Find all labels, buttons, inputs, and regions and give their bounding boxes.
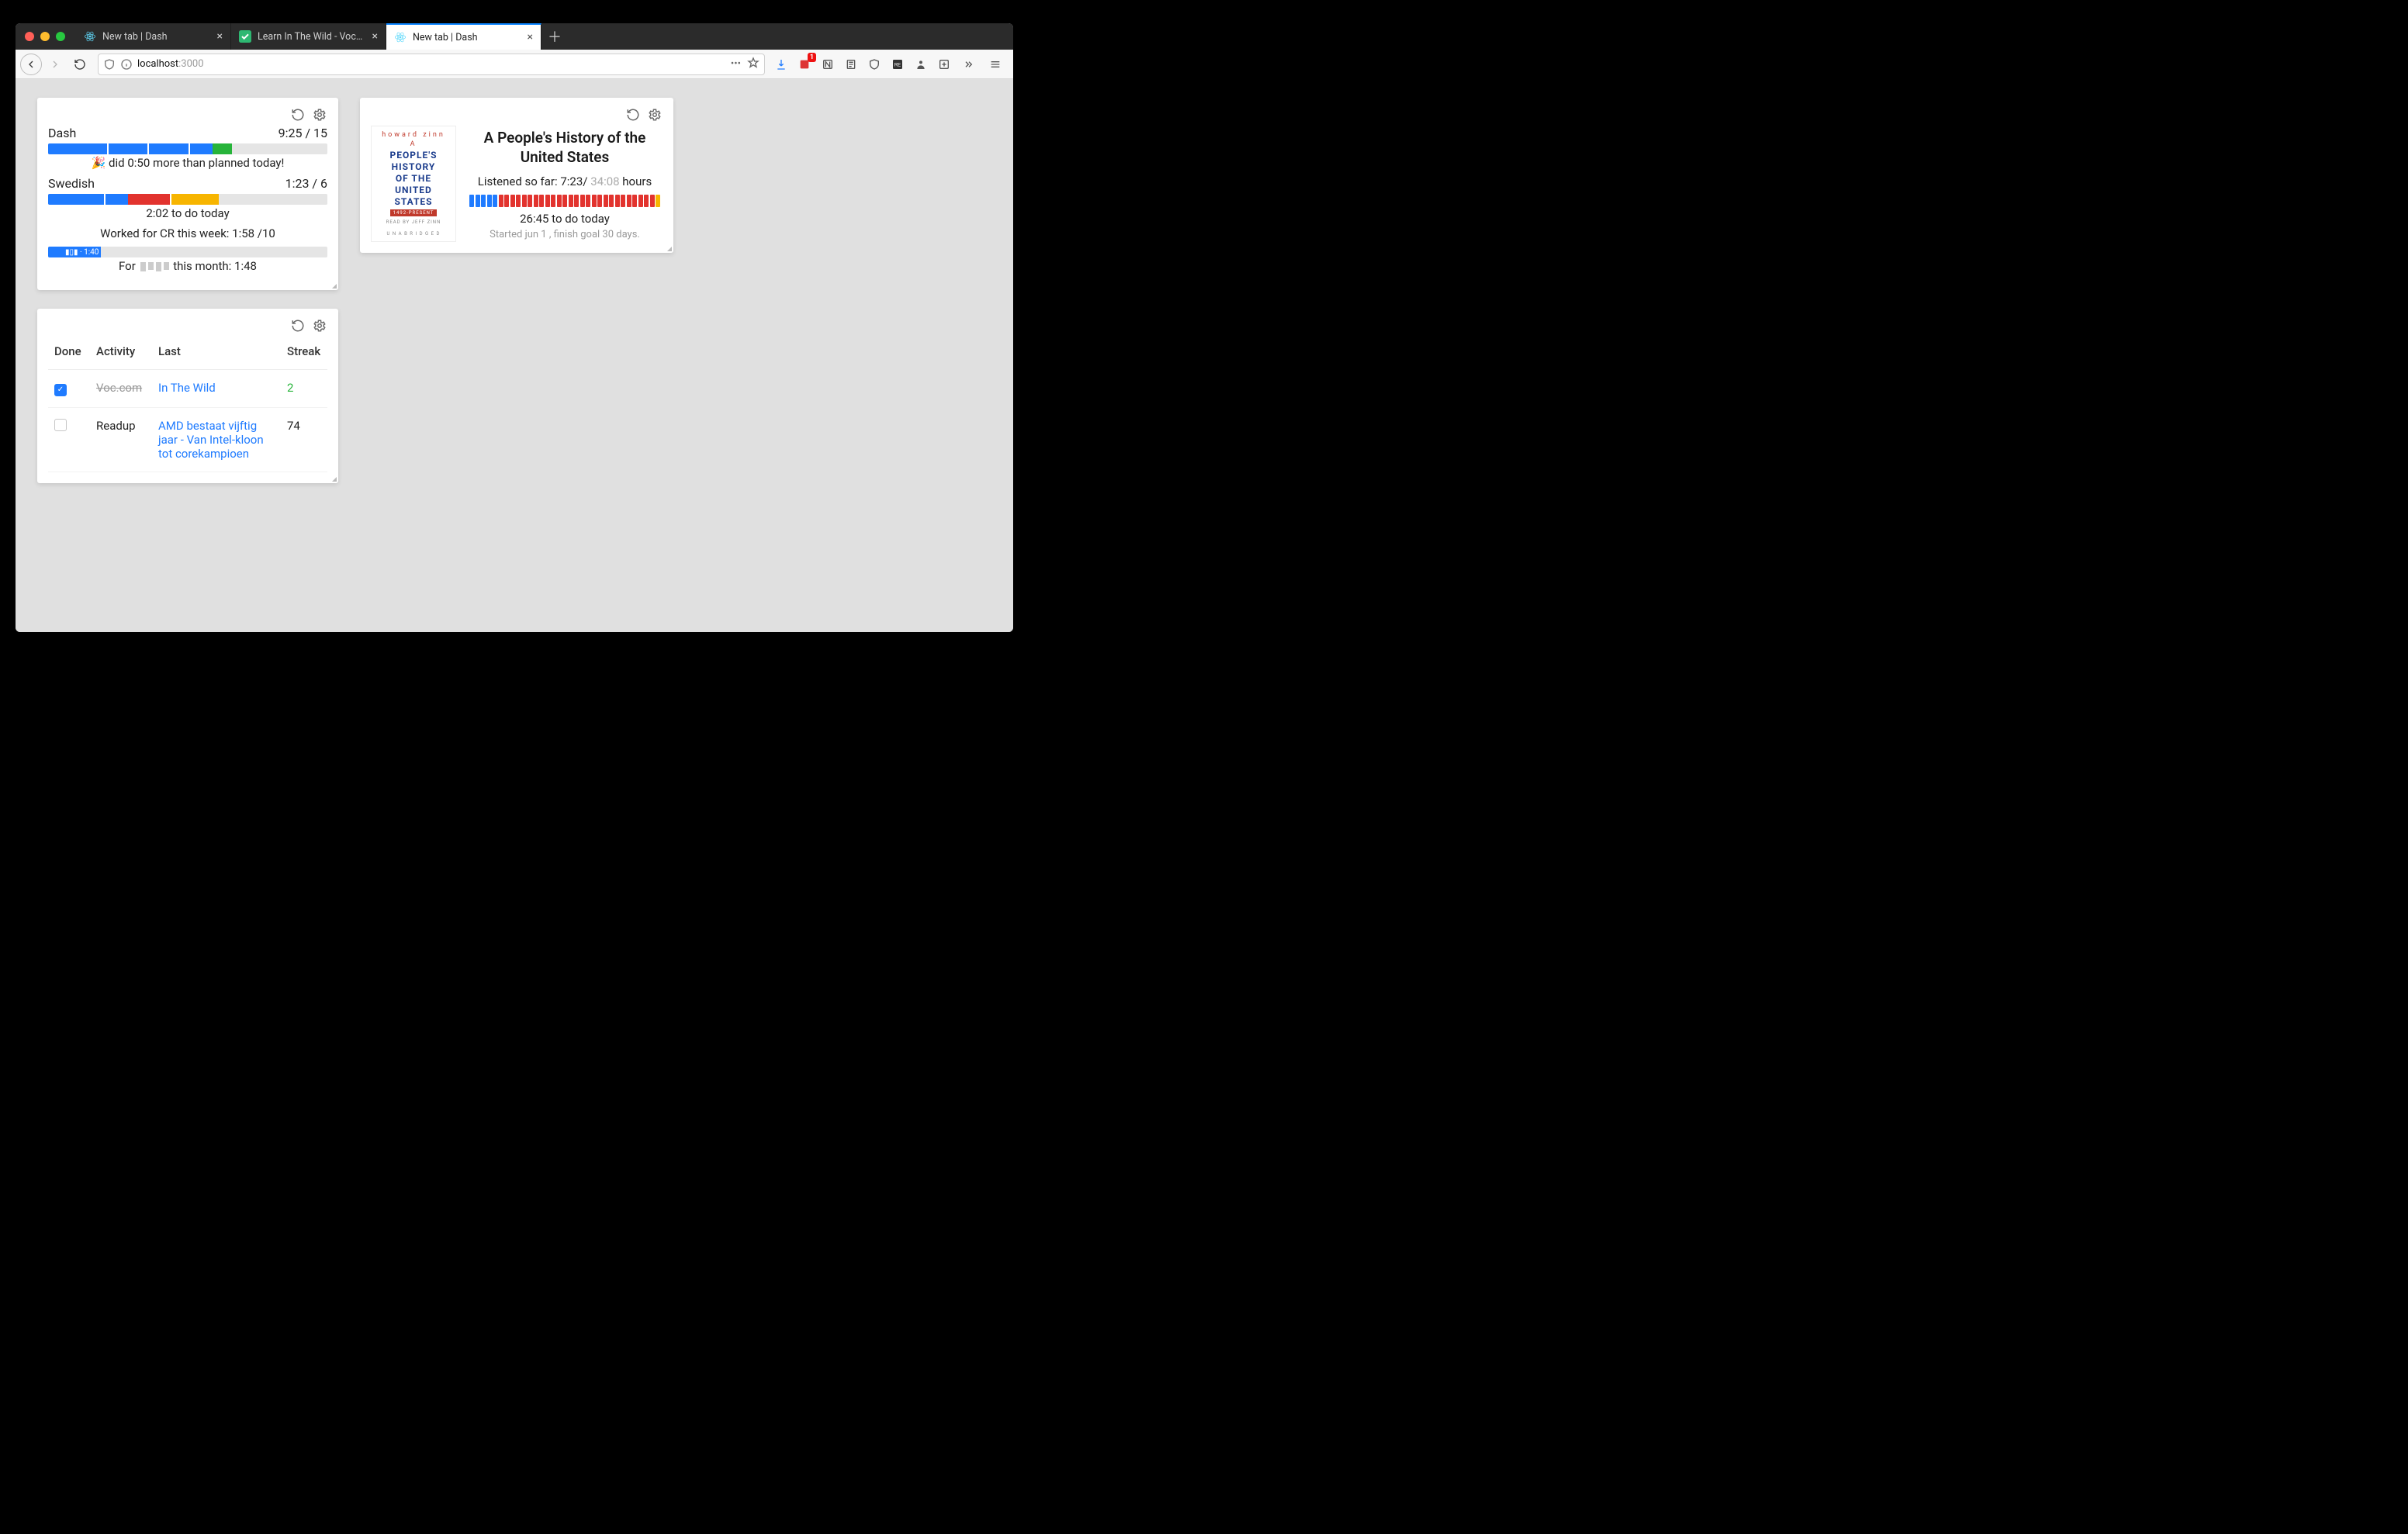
url-text: localhost:3000 xyxy=(137,58,204,70)
streak-cell: 2 xyxy=(281,370,327,408)
app-menu-button[interactable] xyxy=(985,54,1005,74)
cr-week-bar-label: ▮▯▮ · 1:40 xyxy=(65,248,99,257)
window-close-button[interactable] xyxy=(25,32,34,41)
last-link[interactable]: In The Wild xyxy=(158,381,216,395)
listen-footer: Started jun 1 , finish goal 30 days. xyxy=(490,229,640,240)
window-minimize-button[interactable] xyxy=(40,32,50,41)
tab-title: New tab | Dash xyxy=(102,31,211,43)
table-row: ✓ Voc.com In The Wild 2 xyxy=(48,370,327,408)
nav-bar: localhost:3000 ••• 1 xyxy=(16,50,1013,79)
back-button[interactable] xyxy=(20,54,42,75)
new-tab-button[interactable]: ＋ xyxy=(541,23,568,50)
book-cover: howard zinn A PEOPLE'SHISTORYOF THEUNITE… xyxy=(371,126,456,242)
extension-person-icon[interactable] xyxy=(911,54,931,74)
refresh-icon[interactable] xyxy=(625,107,641,123)
tab-close-icon[interactable]: × xyxy=(528,32,533,43)
track-bar xyxy=(48,143,327,154)
shield-icon xyxy=(103,58,116,71)
extension-re-icon[interactable]: RE xyxy=(887,54,908,74)
gear-icon[interactable] xyxy=(647,107,663,123)
listened-line: Listened so far: 7:23/ 34:08 hours xyxy=(478,174,652,188)
track-value: 9:25 / 15 xyxy=(279,126,327,140)
tab-favicon xyxy=(84,30,96,43)
tab-strip: New tab | Dash×Learn In The Wild - Vocab… xyxy=(16,23,1013,50)
tab-close-icon[interactable]: × xyxy=(372,31,378,42)
month-summary: For this month: 1:48 xyxy=(48,259,327,273)
gear-icon[interactable] xyxy=(312,318,327,333)
activity-cell: Voc.com xyxy=(90,370,152,408)
tab-favicon xyxy=(239,30,251,43)
listen-progress-bar xyxy=(469,195,660,207)
page-actions-icon[interactable]: ••• xyxy=(731,58,741,70)
address-bar[interactable]: localhost:3000 ••• xyxy=(98,54,765,75)
audiobook-card: howard zinn A PEOPLE'SHISTORYOF THEUNITE… xyxy=(360,98,673,253)
notion-icon[interactable] xyxy=(818,54,838,74)
refresh-icon[interactable] xyxy=(290,107,306,123)
resize-handle[interactable] xyxy=(664,244,672,251)
tab-title: New tab | Dash xyxy=(413,32,521,43)
track-caption: 🎉 did 0:50 more than planned today! xyxy=(48,156,327,170)
time-tracking-card: Dash 9:25 / 15 🎉 did 0:50 more than planne… xyxy=(37,98,338,290)
toolbar-icons: 1 RE xyxy=(771,54,1009,74)
downloads-icon[interactable] xyxy=(771,54,791,74)
listen-todo: 26:45 to do today xyxy=(520,212,610,226)
col-done: Done xyxy=(48,337,90,370)
browser-tab[interactable]: New tab | Dash × xyxy=(76,23,231,50)
ublock-icon[interactable] xyxy=(864,54,884,74)
last-cell: In The Wild xyxy=(152,370,281,408)
col-last: Last xyxy=(152,337,281,370)
streak-cell: 74 xyxy=(281,407,327,472)
track-bar xyxy=(48,194,327,205)
redacted-icon xyxy=(140,262,169,271)
col-activity: Activity xyxy=(90,337,152,370)
resize-handle[interactable] xyxy=(329,474,337,482)
track-label: Dash xyxy=(48,126,76,140)
cr-week-bar: ▮▯▮ · 1:40 xyxy=(48,247,327,257)
activities-card: Done Activity Last Streak ✓ Voc.com In The… xyxy=(37,309,338,483)
save-to-pocket-icon[interactable] xyxy=(934,54,954,74)
reload-button[interactable] xyxy=(68,53,92,76)
browser-tab[interactable]: New tab | Dash × xyxy=(386,23,541,50)
tab-close-icon[interactable]: × xyxy=(217,31,223,42)
track-value: 1:23 / 6 xyxy=(285,176,327,191)
refresh-icon[interactable] xyxy=(290,318,306,333)
window-maximize-button[interactable] xyxy=(56,32,65,41)
track-caption: 2:02 to do today xyxy=(48,206,327,220)
svg-text:RE: RE xyxy=(894,63,901,67)
window-controls xyxy=(16,23,76,50)
activity-cell: Readup xyxy=(90,407,152,472)
bookmark-star-icon[interactable] xyxy=(747,57,759,72)
activities-table: Done Activity Last Streak ✓ Voc.com In The… xyxy=(48,337,327,472)
last-cell: AMD bestaat vijftig jaar - Van Intel-klo… xyxy=(152,407,281,472)
gear-icon[interactable] xyxy=(312,107,327,123)
book-title: A People's History of the United States xyxy=(467,129,663,167)
table-row: ReadupAMD bestaat vijftig jaar - Van Int… xyxy=(48,407,327,472)
col-streak: Streak xyxy=(281,337,327,370)
overflow-icon[interactable] xyxy=(957,54,977,74)
reader-icon[interactable] xyxy=(841,54,861,74)
browser-tab[interactable]: Learn In The Wild - Vocabulary × xyxy=(231,23,386,50)
info-icon[interactable] xyxy=(120,58,133,71)
tab-title: Learn In The Wild - Vocabulary xyxy=(258,31,366,43)
done-checkbox[interactable] xyxy=(54,419,67,431)
last-link[interactable]: AMD bestaat vijftig jaar - Van Intel-klo… xyxy=(158,419,264,461)
forward-button[interactable] xyxy=(43,53,67,76)
extension-red-icon[interactable]: 1 xyxy=(794,54,815,74)
resize-handle[interactable] xyxy=(329,281,337,288)
track-label: Swedish xyxy=(48,176,95,191)
page-viewport: Dash 9:25 / 15 🎉 did 0:50 more than planne… xyxy=(16,79,1013,632)
done-checkbox[interactable]: ✓ xyxy=(54,384,67,396)
tab-favicon xyxy=(394,31,407,43)
cr-week-label: Worked for CR this week: 1:58 /10 xyxy=(48,226,327,240)
